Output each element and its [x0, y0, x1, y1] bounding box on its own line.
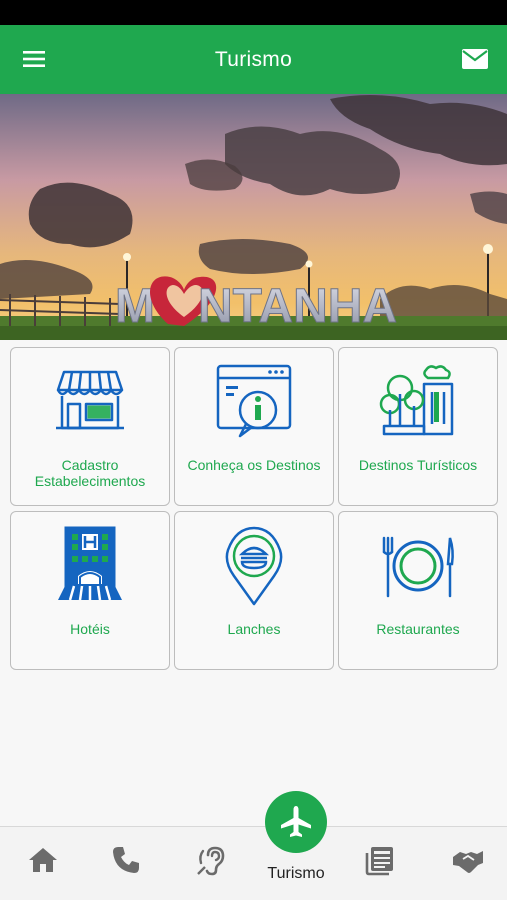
- phone-icon: [113, 847, 139, 873]
- nav-news[interactable]: [358, 843, 402, 883]
- nav-hearing[interactable]: [190, 843, 234, 883]
- newspaper-icon: [365, 847, 393, 876]
- tile-restaurantes[interactable]: Restaurantes: [338, 511, 498, 670]
- tile-label: Hotéis: [70, 621, 110, 637]
- handshake-icon: [453, 851, 483, 873]
- tile-label: Restaurantes: [376, 621, 460, 637]
- hamburger-menu-icon[interactable]: [22, 49, 48, 69]
- nav-partnership[interactable]: [446, 843, 490, 883]
- page-title: Turismo: [214, 47, 293, 71]
- svg-text:M: M: [115, 280, 155, 333]
- info-browser-icon: [216, 364, 292, 438]
- tile-destinos-turisticos[interactable]: Destinos Turísticos: [338, 347, 498, 506]
- burger-location-pin-icon: [225, 526, 283, 606]
- plate-cutlery-icon: [382, 536, 454, 598]
- tile-cadastro-estabelecimentos[interactable]: Cadastro Estabelecimentos: [10, 347, 170, 506]
- tile-conheca-os-destinos[interactable]: Conheça os Destinos: [174, 347, 334, 506]
- status-bar: [0, 0, 507, 25]
- airplane-icon: [281, 806, 311, 837]
- app-bar: Turismo: [0, 25, 507, 94]
- home-icon: [29, 848, 57, 872]
- tile-label: Cadastro Estabelecimentos: [34, 457, 146, 489]
- tile-lanches[interactable]: Lanches: [174, 511, 334, 670]
- nav-phone[interactable]: [104, 843, 148, 883]
- nav-turismo-label: Turismo: [267, 865, 325, 882]
- nav-home[interactable]: [21, 843, 65, 883]
- hotel-building-icon: [58, 526, 122, 601]
- bottom-navigation: [0, 826, 507, 900]
- hero-banner: M NTANHA: [0, 94, 507, 340]
- tile-hoteis[interactable]: Hotéis: [10, 511, 170, 670]
- menu-grid: Cadastro Estabelecimentos Conheça os Dest…: [10, 347, 498, 670]
- tile-label: Lanches: [227, 621, 281, 637]
- tile-label: Destinos Turísticos: [358, 457, 478, 473]
- city-park-icon: [379, 365, 454, 436]
- nav-turismo[interactable]: [265, 791, 327, 853]
- storefront-icon: [56, 370, 124, 430]
- mail-icon[interactable]: [461, 48, 489, 70]
- ear-hearing-icon: [197, 846, 225, 876]
- tile-label: Conheça os Destinos: [187, 457, 321, 473]
- banner-sign-text: NTANHA: [198, 280, 397, 333]
